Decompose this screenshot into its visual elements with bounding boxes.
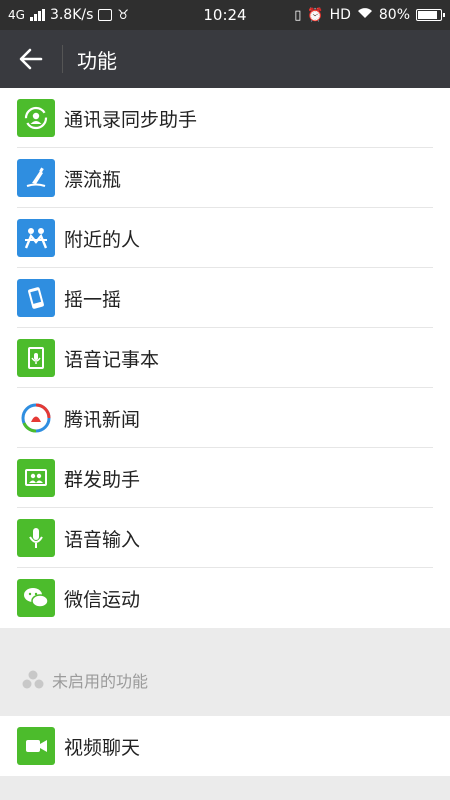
shake-icon [17,279,55,317]
bottom-spacer [0,776,450,800]
feature-people-nearby[interactable]: 附近的人 [0,208,450,268]
feature-label: 视频聊天 [64,736,141,759]
wechat-sports-icon [17,579,55,617]
disabled-feature-list: 视频聊天 [0,716,450,776]
feature-label: 摇一摇 [64,288,122,311]
feature-label: 语音输入 [64,528,141,551]
plugin-cluster-icon [22,670,44,689]
enabled-feature-list: 通讯录同步助手 漂流瓶 附近的人 摇一摇 语音记事本 腾讯新闻 群发助手 语音输… [0,88,450,628]
header-divider [62,45,63,73]
feature-mass-send[interactable]: 群发助手 [0,448,450,508]
voice-input-icon [17,519,55,557]
feature-label: 微信运动 [64,588,141,611]
disabled-section: 未启用的功能 [0,628,450,716]
feature-label: 漂流瓶 [64,168,122,191]
status-right: ▯ ⏰ HD 80% [294,0,445,30]
tencent-news-icon [17,399,55,437]
back-button[interactable] [0,30,62,88]
battery-percent: 80% [378,7,410,23]
feature-label: 群发助手 [64,468,141,491]
video-chat-icon [17,727,55,765]
disabled-section-title: 未启用的功能 [52,672,149,691]
battery-icon [416,9,445,21]
mass-send-icon [17,459,55,497]
feature-label: 附近的人 [64,228,141,251]
people-nearby-icon [17,219,55,257]
feature-contact-sync[interactable]: 通讯录同步助手 [0,88,450,148]
top-bar: 功能 [0,30,450,88]
vibrate-icon: ▯ [294,7,302,23]
hd-badge: HD [329,7,351,23]
feature-drift-bottle[interactable]: 漂流瓶 [0,148,450,208]
voice-notepad-icon [17,339,55,377]
feature-wechat-sports[interactable]: 微信运动 [0,568,450,628]
feature-label: 腾讯新闻 [64,408,141,431]
feature-shake[interactable]: 摇一摇 [0,268,450,328]
feature-voice-input[interactable]: 语音输入 [0,508,450,568]
wifi-icon [357,7,373,23]
disabled-section-header: 未启用的功能 [22,668,148,692]
feature-label: 语音记事本 [64,348,160,371]
feature-tencent-news[interactable]: 腾讯新闻 [0,388,450,448]
feature-video-chat[interactable]: 视频聊天 [0,716,450,776]
feature-label: 通讯录同步助手 [64,108,198,131]
feature-voice-notepad[interactable]: 语音记事本 [0,328,450,388]
alarm-icon: ⏰ [307,7,324,23]
status-bar: 4G 3.8K/s ♉ 10:24 ▯ ⏰ HD 80% [0,0,450,30]
back-arrow-icon [19,48,43,70]
page-title: 功能 [77,48,117,73]
contact-sync-icon [17,99,55,137]
drift-bottle-icon [17,159,55,197]
